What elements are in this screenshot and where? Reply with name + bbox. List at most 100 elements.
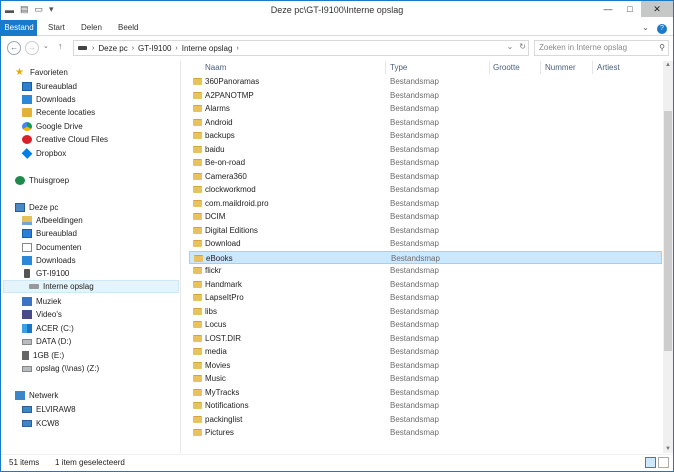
address-dropdown-icon[interactable]: ⌄ <box>507 42 514 51</box>
back-button[interactable]: ← <box>7 41 21 55</box>
file-row[interactable]: A2PANOTMP Bestandsmap <box>189 89 662 102</box>
details-view-icon[interactable] <box>645 457 656 468</box>
column-divider[interactable] <box>540 61 541 74</box>
nav-item-kcw8[interactable]: KCW8 <box>22 417 59 430</box>
column-header-number[interactable]: Nummer <box>545 61 576 74</box>
nav-favorites[interactable]: ★ Favorieten <box>15 66 68 79</box>
nav-item-drive-d[interactable]: DATA (D:) <box>22 335 71 348</box>
vertical-scrollbar[interactable]: ▲ ▼ <box>663 61 673 453</box>
nav-item-google-drive[interactable]: Google Drive <box>22 120 83 133</box>
scroll-down-icon[interactable]: ▼ <box>665 446 671 452</box>
nav-item-drive-e[interactable]: 1GB (E:) <box>22 349 64 362</box>
nav-item-elviraw8[interactable]: ELVIRAW8 <box>22 403 76 416</box>
folder-icon <box>193 159 202 166</box>
help-icon[interactable]: ? <box>657 24 667 34</box>
file-row[interactable]: Notifications Bestandsmap <box>189 399 662 412</box>
file-row[interactable]: Android Bestandsmap <box>189 116 662 129</box>
file-row[interactable]: Handmark Bestandsmap <box>189 278 662 291</box>
close-button[interactable]: ✕ <box>641 1 673 17</box>
file-name: eBooks <box>206 253 233 263</box>
breadcrumb-storage[interactable]: Interne opslag <box>182 44 233 53</box>
nav-item-documents[interactable]: Documenten <box>22 241 81 254</box>
file-row[interactable]: media Bestandsmap <box>189 345 662 358</box>
file-row[interactable]: Be-on-road Bestandsmap <box>189 156 662 169</box>
column-divider[interactable] <box>489 61 490 74</box>
file-row[interactable]: Digital Editions Bestandsmap <box>189 224 662 237</box>
recent-locations-icon[interactable]: ⌄ <box>43 42 49 50</box>
file-row[interactable]: Alarms Bestandsmap <box>189 102 662 115</box>
breadcrumb-this-pc[interactable]: Deze pc <box>98 44 127 53</box>
nav-item-recent[interactable]: Recente locaties <box>22 106 95 119</box>
nav-item-desktop[interactable]: Bureaublad <box>22 80 77 93</box>
file-row[interactable]: DCIM Bestandsmap <box>189 210 662 223</box>
file-row[interactable]: Camera360 Bestandsmap <box>189 170 662 183</box>
nav-item-videos[interactable]: Video's <box>22 308 62 321</box>
tab-share[interactable]: Delen <box>74 20 109 36</box>
column-header-size[interactable]: Grootte <box>493 61 520 74</box>
tab-file[interactable]: Bestand <box>1 20 37 36</box>
tab-view[interactable]: Beeld <box>111 20 145 36</box>
search-input[interactable]: Zoeken in Interne opslag ⚲ <box>534 40 669 56</box>
file-row[interactable]: com.maildroid.pro Bestandsmap <box>189 197 662 210</box>
file-row[interactable]: libs Bestandsmap <box>189 305 662 318</box>
file-row[interactable]: Movies Bestandsmap <box>189 359 662 372</box>
file-type: Bestandsmap <box>390 279 439 289</box>
file-type: Bestandsmap <box>390 131 439 140</box>
nav-item-music[interactable]: Muziek <box>22 295 61 308</box>
nav-item-downloads[interactable]: Downloads <box>22 93 76 106</box>
expand-ribbon-icon[interactable]: ⌄ <box>642 23 649 32</box>
large-icons-view-icon[interactable] <box>658 457 669 468</box>
file-row[interactable]: Music Bestandsmap <box>189 372 662 385</box>
nav-homegroup[interactable]: Thuisgroep <box>15 174 69 187</box>
nav-item-drive-z[interactable]: opslag (\\nas) (Z:) <box>22 362 99 375</box>
file-row[interactable]: LOST.DIR Bestandsmap <box>189 332 662 345</box>
nav-item-dropbox[interactable]: Dropbox <box>21 147 66 160</box>
file-name: Movies <box>205 360 231 370</box>
file-row[interactable]: flickr Bestandsmap <box>189 264 662 277</box>
file-row[interactable]: Pictures Bestandsmap <box>189 426 662 439</box>
navigation-pane: ★ Favorieten Bureaublad Downloads Recente… <box>1 61 181 453</box>
nav-item-downloads-pc[interactable]: Downloads <box>22 254 76 267</box>
file-type: Bestandsmap <box>390 266 439 275</box>
nav-item-drive-c[interactable]: ACER (C:) <box>22 322 74 335</box>
column-divider[interactable] <box>385 61 386 74</box>
file-row[interactable]: packinglist Bestandsmap <box>189 413 662 426</box>
column-header-type[interactable]: Type <box>390 61 407 74</box>
file-row[interactable]: MyTracks Bestandsmap <box>189 386 662 399</box>
file-row[interactable]: Download Bestandsmap <box>189 237 662 250</box>
nav-item-phone[interactable]: GT-I9100 <box>22 267 69 280</box>
file-type: Bestandsmap <box>390 185 439 194</box>
forward-button[interactable]: → <box>25 41 39 55</box>
nav-item-desktop-pc[interactable]: Bureaublad <box>22 227 77 240</box>
breadcrumb-device[interactable]: GT-I9100 <box>138 44 171 53</box>
dropbox-icon <box>21 148 33 159</box>
file-row[interactable]: baidu Bestandsmap <box>189 143 662 156</box>
tab-home[interactable]: Start <box>41 20 72 36</box>
nav-this-pc[interactable]: Deze pc <box>15 201 58 214</box>
file-row[interactable]: Locus Bestandsmap <box>189 318 662 331</box>
refresh-icon[interactable]: ↻ <box>519 42 526 51</box>
nav-network[interactable]: Netwerk <box>15 389 58 402</box>
file-name: Pictures <box>205 428 234 437</box>
search-icon[interactable]: ⚲ <box>659 41 665 55</box>
file-row[interactable]: backups Bestandsmap <box>189 129 662 142</box>
scrollbar-thumb[interactable] <box>664 111 672 351</box>
file-row[interactable]: 360Panoramas Bestandsmap <box>189 75 662 88</box>
up-button[interactable]: ↑ <box>58 41 63 51</box>
sort-ascending-icon: ^ <box>285 61 288 63</box>
column-header-name[interactable]: Naam <box>205 61 226 74</box>
minimize-button[interactable]: — <box>597 1 619 17</box>
file-row[interactable]: clockworkmod Bestandsmap <box>189 183 662 196</box>
file-row[interactable]: LapseItPro Bestandsmap <box>189 291 662 304</box>
nav-item-pictures[interactable]: Afbeeldingen <box>22 214 83 227</box>
folder-icon <box>193 267 202 274</box>
file-row[interactable]: eBooks Bestandsmap <box>189 250 662 264</box>
column-divider[interactable] <box>592 61 593 74</box>
column-header-artist[interactable]: Artiest <box>597 61 620 74</box>
address-bar[interactable]: › Deze pc › GT-I9100 › Interne opslag › … <box>73 40 529 56</box>
maximize-button[interactable]: □ <box>619 1 641 17</box>
nav-item-creative-cloud[interactable]: Creative Cloud Files <box>22 133 108 146</box>
folder-icon <box>193 226 202 234</box>
nav-item-internal-storage[interactable]: Interne opslag <box>3 280 179 293</box>
scroll-up-icon[interactable]: ▲ <box>665 62 671 68</box>
